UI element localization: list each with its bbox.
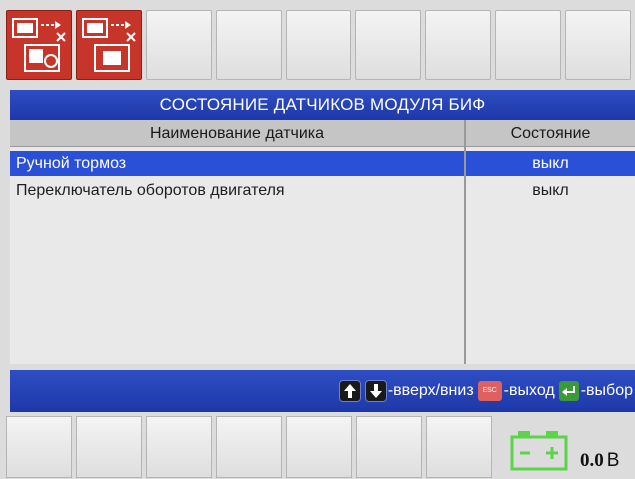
hint-bar: -вверх/вниз ESC -выход -выбор [10,370,635,412]
arrow-up-key-icon [339,381,360,401]
bottom-softkey-1[interactable] [6,416,72,478]
softkey-8[interactable] [495,10,562,80]
softkey-module-camera[interactable] [6,10,72,80]
hint-select: -выбор [580,382,633,399]
sensor-name: Ручной тормоз [16,155,127,172]
voltage-unit: В [606,450,620,471]
voltage-value: 0.0 [580,450,604,471]
sensor-state: выкл [532,182,569,199]
softkey-3[interactable] [145,10,212,80]
softkey-6[interactable] [355,10,422,80]
key-hints: -вверх/вниз ESC -выход -выбор [339,370,635,412]
bottom-softkey-4[interactable] [216,416,282,478]
column-header-name: Наименование датчика [149,125,325,142]
table-header: Наименование датчика Состояние [10,120,635,147]
device-screen: СОСТОЯНИЕ ДАТЧИКОВ МОДУЛЯ БИФ Наименован… [0,0,635,479]
softkey-4[interactable] [215,10,282,80]
softkey-module-device[interactable] [75,10,142,80]
table-row[interactable]: Переключатель оборотов двигателя выкл [10,178,635,203]
hint-updown: -вверх/вниз [387,382,474,399]
enter-key-icon [558,381,579,401]
sensor-name: Переключатель оборотов двигателя [16,182,285,199]
bottom-softkey-2[interactable] [76,416,142,478]
module-device-icon [81,18,136,72]
sensor-table: Наименование датчика Состояние Ручной то… [10,120,635,364]
softkey-7[interactable] [425,10,492,80]
esc-key-icon: ESC [477,381,502,401]
bottom-softkey-5[interactable] [286,416,352,478]
module-camera-icon [12,18,66,72]
battery-status: 0.0 В [500,420,635,479]
softkey-9[interactable] [565,10,632,80]
hint-exit: -выход [503,382,555,399]
voltage-readout: 0.0 В [580,450,619,472]
arrow-down-key-icon [365,381,386,401]
bottom-softkey-6[interactable] [356,416,422,478]
top-softkey-row [6,10,635,82]
page-title: СОСТОЯНИЕ ДАТЧИКОВ МОДУЛЯ БИФ [10,90,635,120]
sensor-state: выкл [532,155,569,172]
softkey-5[interactable] [285,10,352,80]
column-header-state: Состояние [510,125,591,142]
table-row[interactable]: Ручной тормоз выкл [10,151,635,176]
battery-icon [510,431,568,471]
bottom-softkey-3[interactable] [146,416,212,478]
bottom-softkey-7[interactable] [426,416,492,478]
